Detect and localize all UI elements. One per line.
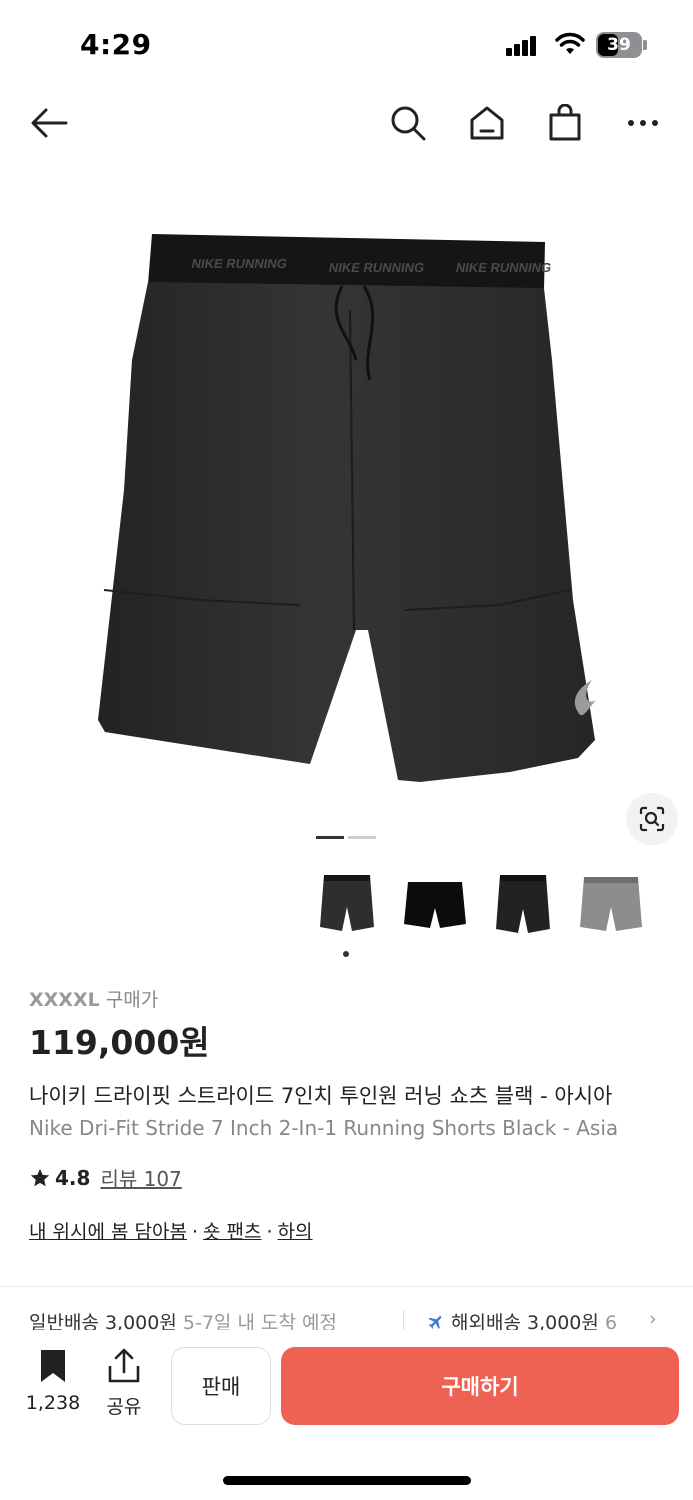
category-separator: · — [266, 1221, 273, 1243]
back-arrow-icon[interactable] — [26, 100, 72, 146]
category-link-wishlist[interactable]: 내 위시에 봄 담아봄 — [29, 1221, 187, 1243]
category-link-bottoms[interactable]: 하의 — [278, 1221, 313, 1243]
home-icon[interactable] — [464, 100, 510, 146]
battery-icon: 39 — [596, 32, 648, 58]
waistband-brand-right: NIKE RUNNING — [455, 260, 553, 275]
thumbnail-selected-indicator — [343, 951, 349, 957]
size-label: XXXXL — [29, 989, 100, 1011]
image-search-button[interactable] — [626, 793, 678, 845]
airplane-icon — [428, 1316, 442, 1329]
price-label: XXXXL 구매가 — [29, 985, 158, 1012]
signal-icon — [506, 34, 544, 56]
category-links: 내 위시에 봄 담아봄 · 숏 팬츠 · 하의 — [29, 1217, 313, 1244]
share-label: 공유 — [106, 1396, 142, 1418]
price-type-label: 구매가 — [105, 989, 159, 1011]
rating: 4.8 리뷰 107 — [29, 1163, 182, 1192]
product-title-korean: 나이키 드라이핏 스트라이드 7인치 투인원 러닝 쇼츠 블랙 - 아시아 — [29, 1084, 613, 1108]
product-image[interactable]: NIKE RUNNING NIKE RUNNING NIKE RUNNING — [0, 160, 693, 860]
star-icon — [30, 1168, 50, 1186]
status-bar: 4:29 39 — [0, 0, 693, 90]
waistband-brand-left: NIKE RUNNING — [190, 256, 288, 271]
thumbnail-dark-grey-shorts[interactable] — [308, 862, 386, 942]
category-link-short-pants[interactable]: 숏 팬츠 — [203, 1221, 261, 1243]
shipping-divider — [403, 1310, 404, 1332]
lens-scan-icon — [639, 806, 665, 832]
bookmark-count: 1,238 — [25, 1392, 81, 1414]
waistband-brand-center: NIKE RUNNING — [328, 260, 426, 275]
wifi-icon — [555, 32, 585, 54]
top-navigation — [0, 90, 693, 156]
thumbnail-grey-shorts[interactable] — [572, 862, 650, 942]
price: 119,000원 — [29, 1023, 210, 1062]
shopping-bag-icon[interactable] — [542, 100, 588, 146]
thumbnail-charcoal-shorts[interactable] — [484, 862, 562, 942]
product-title-english: Nike Dri-Fit Stride 7 Inch 2-In-1 Runnin… — [29, 1116, 619, 1140]
review-link[interactable]: 리뷰 107 — [100, 1163, 181, 1192]
home-indicator — [223, 1476, 471, 1485]
image-pager — [316, 836, 378, 840]
bottom-action-bar: 1,238 공유 판매 구매하기 — [0, 1330, 693, 1500]
thumbnail-black-shorts[interactable] — [396, 862, 474, 942]
battery-level: 39 — [607, 35, 631, 55]
status-time: 4:29 — [80, 28, 152, 61]
bookmark-icon — [41, 1350, 65, 1382]
buy-button[interactable]: 구매하기 — [281, 1347, 679, 1425]
share-button[interactable]: 공유 — [92, 1348, 156, 1419]
share-icon — [108, 1348, 140, 1383]
chevron-right-icon[interactable]: › — [649, 1308, 657, 1330]
search-icon[interactable] — [385, 100, 431, 146]
rating-score: 4.8 — [55, 1165, 91, 1190]
more-icon[interactable] — [620, 100, 666, 146]
sell-button[interactable]: 판매 — [171, 1347, 271, 1425]
bookmark-button[interactable]: 1,238 — [21, 1348, 85, 1414]
category-separator: · — [191, 1221, 199, 1243]
section-divider — [0, 1286, 693, 1287]
